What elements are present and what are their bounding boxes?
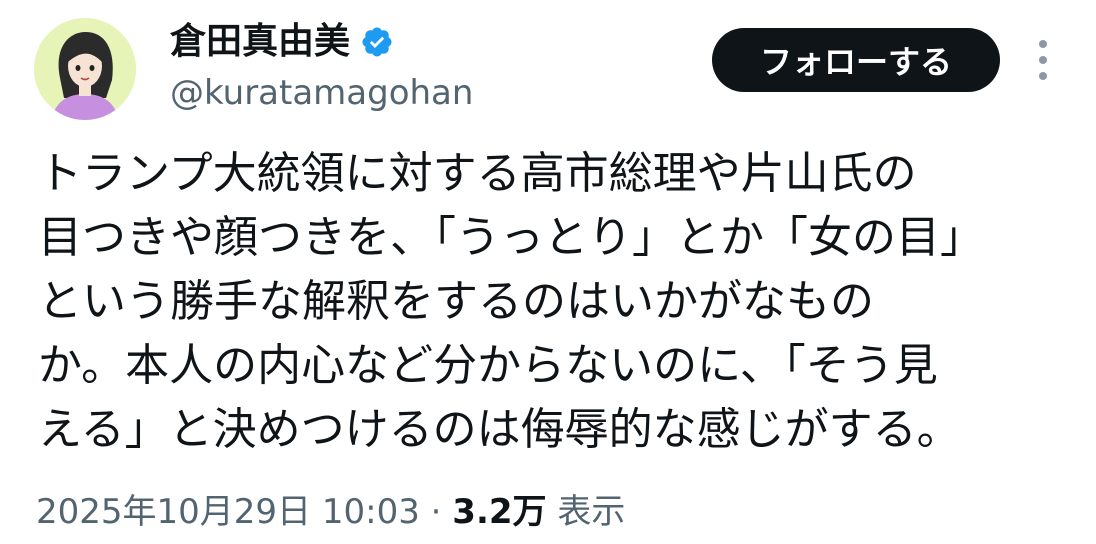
more-vertical-icon[interactable] (1030, 40, 1056, 80)
follow-button[interactable]: フォローする (712, 28, 1000, 92)
author-name-row[interactable]: 倉田真由美 (170, 20, 394, 64)
meta-separator: · (430, 492, 442, 532)
verified-badge-icon (362, 27, 392, 57)
views-label: 表示 (557, 492, 626, 532)
tweet-line: という勝手な解釈をするのはいかがなもの (38, 276, 874, 327)
tweet-line: える」と決めつけるのは侮辱的な感じがする。 (38, 404, 961, 455)
tweet-meta: 2025年10月29日 10:03 · 3.2万 表示 (36, 488, 625, 536)
display-name[interactable]: 倉田真由美 (170, 20, 350, 64)
views-count[interactable]: 3.2万 (452, 492, 546, 532)
tweet-line: 目つきや顔つきを、「うっとり」とか「女の目」 (38, 212, 984, 263)
more-dot (1039, 56, 1047, 64)
more-dot (1039, 40, 1047, 48)
avatar[interactable] (34, 18, 136, 120)
user-handle[interactable]: @kuratamagohan (170, 72, 473, 114)
tweet-line: トランプ大統領に対する高市総理や片山氏の (38, 148, 917, 199)
tweet-text: トランプ大統領に対する高市総理や片山氏の 目つきや顔つきを、「うっとり」とか「女… (38, 142, 1048, 462)
tweet-timestamp[interactable]: 2025年10月29日 10:03 (36, 492, 420, 532)
tweet-line: か。本人の内心など分からないのに、「そう見 (38, 340, 938, 391)
avatar-illustration (34, 18, 136, 120)
more-dot (1039, 72, 1047, 80)
